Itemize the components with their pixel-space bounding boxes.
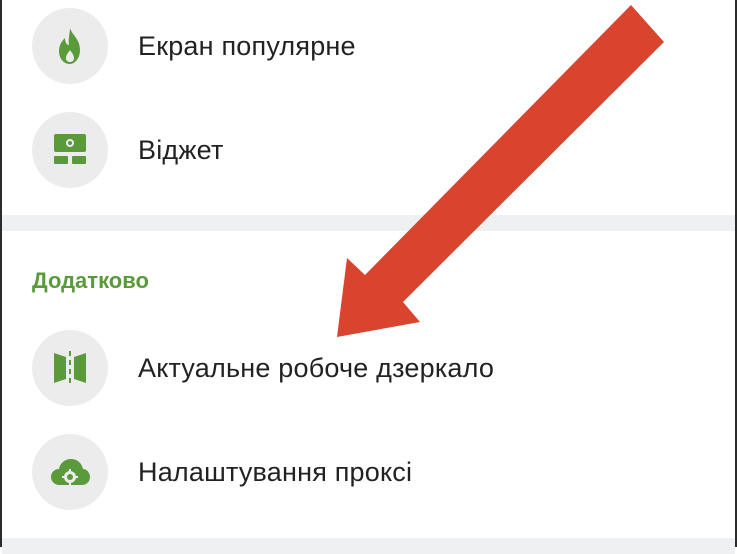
- menu-item-widget[interactable]: Віджет: [2, 100, 735, 200]
- cloud-gear-icon-badge: [32, 434, 108, 510]
- widget-icon-badge: [32, 112, 108, 188]
- menu-item-label: Екран популярне: [138, 30, 356, 61]
- menu-item-label: Актуальне робоче дзеркало: [138, 352, 495, 383]
- cloud-gear-icon: [51, 459, 90, 485]
- flame-icon: [59, 28, 80, 64]
- widget-icon: [54, 134, 86, 164]
- flame-icon-badge: [32, 8, 108, 84]
- menu-item-proxy-settings[interactable]: Налаштування проксі: [2, 422, 735, 522]
- mirror-icon: [54, 351, 86, 383]
- section-header-extra: Додатково: [32, 268, 149, 293]
- section-divider: [2, 215, 735, 231]
- menu-item-current-mirror[interactable]: Актуальне робоче дзеркало: [2, 318, 735, 418]
- menu-item-label: Віджет: [138, 134, 224, 165]
- menu-item-popular-screen[interactable]: Екран популярне: [2, 0, 735, 96]
- menu-item-label: Налаштування проксі: [138, 456, 413, 487]
- mirror-icon-badge: [32, 330, 108, 406]
- section-divider-bottom: [2, 538, 735, 554]
